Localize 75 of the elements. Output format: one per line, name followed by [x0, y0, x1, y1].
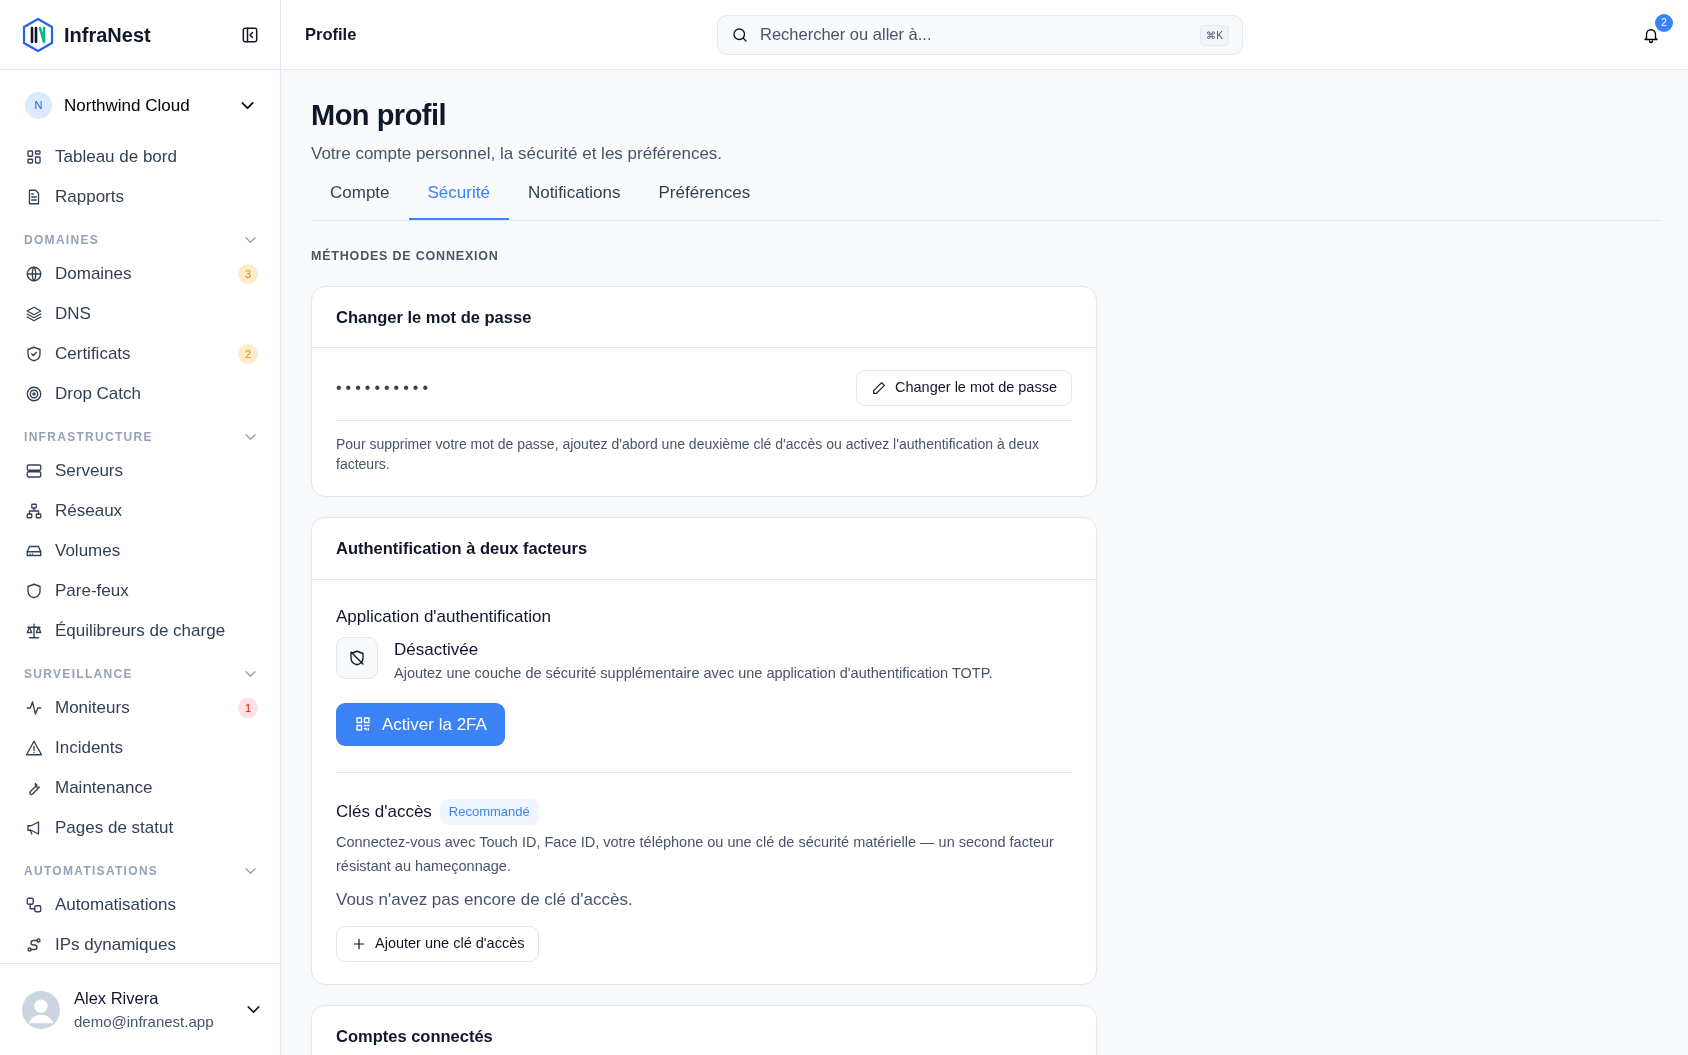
network-icon — [25, 502, 43, 520]
scale-icon — [25, 622, 43, 640]
target-icon — [25, 385, 43, 403]
subheading: Application d'authentification — [336, 606, 552, 628]
qr-code-icon — [354, 715, 372, 734]
tab[interactable]: Préférences — [639, 172, 770, 220]
globe-icon — [25, 265, 43, 283]
masked-password: •••••••••• — [336, 378, 432, 399]
sidebar-item[interactable]: Pare-feux — [14, 571, 268, 611]
count-badge: 3 — [238, 264, 258, 284]
section-heading: INFRASTRUCTURE — [24, 429, 153, 446]
layers-icon — [25, 305, 43, 323]
chevron-down-icon[interactable] — [247, 1006, 260, 1013]
section-label: MÉTHODES DE CONNEXION — [311, 247, 500, 265]
tab[interactable]: Notifications — [508, 172, 640, 220]
section-heading: DOMAINES — [24, 232, 100, 249]
warning-icon — [25, 739, 43, 757]
sidebar-item[interactable]: Maintenance — [14, 768, 268, 808]
avatar-icon — [22, 990, 60, 1029]
sidebar-item[interactable]: Certificats 2 — [14, 334, 268, 374]
sidebar-item[interactable]: Incidents — [14, 728, 268, 768]
subtitle: Votre compte personnel, la sécurité et les préférences. — [311, 142, 724, 165]
grid-icon — [25, 148, 43, 166]
sidebar-item[interactable]: Tableau de bord — [14, 137, 268, 177]
chevron-down-icon — [241, 102, 254, 109]
description: Connectez-vous avec Touch ID, Face ID, votre téléphone ou une clé de sécurité matérielle — un second facteur résistant au hameçonnage. — [336, 832, 1055, 876]
server-icon — [25, 462, 43, 480]
sidebar-item[interactable]: DNS — [14, 294, 268, 334]
sidebar-item[interactable]: Pages de statut — [14, 808, 268, 848]
page-title: Profile — [305, 24, 358, 46]
workflow-icon — [25, 896, 43, 914]
route-icon — [25, 936, 43, 954]
section-heading: SURVEILLANCE — [24, 666, 133, 683]
sidebar-item[interactable]: Équilibreurs de charge — [14, 611, 268, 651]
enable-2fa-button[interactable]: Activer la 2FA — [336, 702, 505, 747]
org-switcher[interactable]: N Northwind Cloud — [14, 84, 268, 127]
status-text: Désactivée — [394, 639, 480, 662]
sidebar-item[interactable]: Moniteurs 1 — [14, 688, 268, 728]
tab[interactable]: Compte — [311, 172, 409, 220]
sidebar-item[interactable]: Serveurs — [14, 451, 268, 491]
shield-check-icon — [25, 345, 43, 363]
count-badge: 1 — [238, 698, 258, 718]
sidebar-item[interactable]: Domaines 3 — [14, 254, 268, 294]
tab[interactable]: Sécurité — [408, 172, 509, 220]
pencil-icon — [871, 380, 887, 397]
section-heading: AUTOMATISATIONS — [24, 863, 159, 880]
recommended-badge: Recommandé — [439, 799, 539, 825]
heading: Mon profil — [311, 98, 448, 133]
shortcut-key: ⌘K — [1200, 24, 1229, 46]
notification-count: 2 — [1655, 13, 1673, 32]
user-email: demo@infranest.app — [74, 1011, 215, 1032]
help-text: Pour supprimer votre mot de passe, ajoutez d'abord une deuxième clé d'accès ou activez l'authentification à deux facteurs. — [336, 420, 1072, 475]
shield-icon — [25, 582, 43, 600]
brand-name: InfraNest — [64, 22, 151, 48]
sidebar-item[interactable]: IPs dynamiques — [14, 925, 268, 963]
sidebar-item[interactable]: Automatisations — [14, 885, 268, 925]
org-avatar: N — [25, 92, 52, 119]
sidebar-item[interactable]: Réseaux — [14, 491, 268, 531]
sidebar-item[interactable]: Drop Catch — [14, 374, 268, 414]
sidebar-item[interactable]: Rapports — [14, 177, 268, 217]
card-title: Comptes connectés — [312, 1005, 1096, 1055]
user-name: Alex Rivera — [74, 987, 160, 1009]
sidebar-item[interactable]: Volumes — [14, 531, 268, 571]
subheading: Clés d'accès — [336, 801, 432, 824]
pulse-icon — [25, 699, 43, 717]
count-badge: 2 — [238, 344, 258, 364]
shield-off-icon — [348, 649, 366, 668]
add-passkey-button[interactable]: Ajouter une clé d'accès — [336, 926, 540, 962]
search-icon — [731, 25, 749, 44]
empty-state-text: Vous n'avez pas encore de clé d'accès. — [336, 888, 634, 911]
logo-icon — [20, 16, 56, 53]
status-description: Ajoutez une couche de sécurité supplémentaire avec une application d'authentification TOTP. — [394, 664, 993, 683]
card-title: Authentification à deux facteurs — [312, 518, 1096, 580]
change-password-button[interactable]: Changer le mot de passe — [856, 370, 1072, 407]
card-title: Changer le mot de passe — [312, 286, 1096, 349]
